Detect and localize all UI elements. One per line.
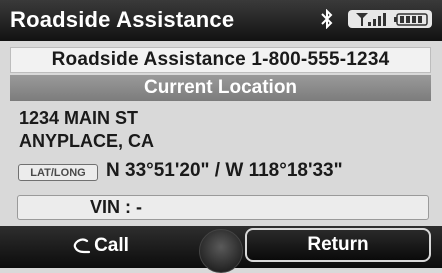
current-location-header: Current Location xyxy=(10,75,431,101)
phone-handset-icon xyxy=(73,238,91,254)
title-bar: Roadside Assistance xyxy=(0,0,442,41)
vin-text: VIN : - xyxy=(90,197,142,217)
screen-title: Roadside Assistance xyxy=(10,7,235,32)
bluetooth-icon xyxy=(319,8,335,30)
roadside-phone-number: Roadside Assistance 1-800-555-1234 xyxy=(10,47,431,73)
call-button[interactable]: Call xyxy=(8,229,194,263)
vin-bar: VIN : - xyxy=(17,195,429,220)
signal-battery-icon xyxy=(348,10,432,28)
call-button-label: Call xyxy=(94,235,129,256)
latlong-badge: LAT/LONG xyxy=(18,164,98,181)
return-button-label: Return xyxy=(307,234,369,255)
return-button[interactable]: Return xyxy=(245,228,431,262)
address-line-2: ANYPLACE, CA xyxy=(19,131,155,151)
address-line-1: 1234 MAIN ST xyxy=(19,108,139,128)
selector-knob xyxy=(199,229,243,273)
coordinates-readout: N 33°51'20" / W 118°18'33" xyxy=(106,160,343,181)
